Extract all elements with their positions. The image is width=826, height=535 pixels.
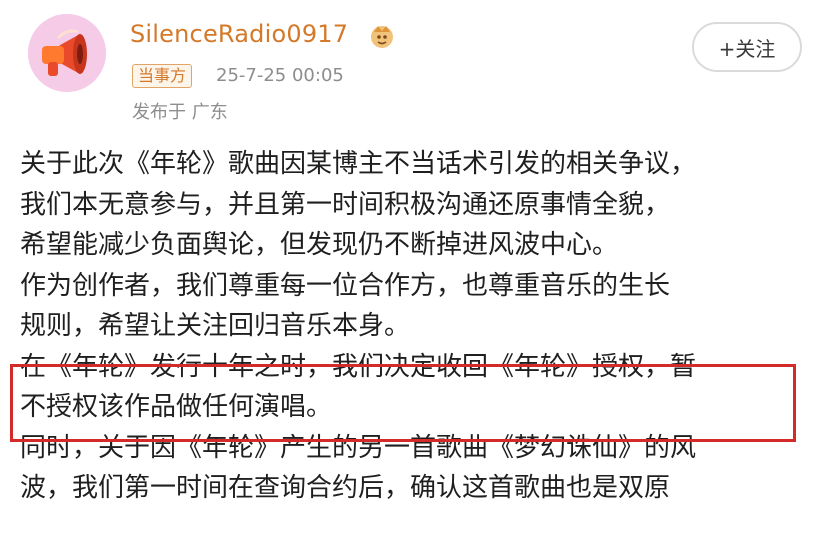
badge-icon — [371, 26, 393, 48]
post-line: 规则，希望让关注回归音乐本身。 — [20, 311, 411, 341]
role-tag: 当事方 — [132, 64, 193, 88]
avatar[interactable] — [28, 14, 106, 92]
post-line: 作为创作者，我们尊重每一位合作方，也尊重音乐的生长 — [20, 270, 671, 301]
post-content: 关于此次《年轮》歌曲因某博主不当话术引发的相关争议， 我们本无意参与，并且第一时… — [20, 144, 810, 509]
megaphone-icon — [28, 14, 106, 92]
post-line: 我们本无意参与，并且第一时间积极沟通还原事情全貌， — [20, 189, 671, 220]
highlight-box — [10, 364, 796, 442]
follow-button[interactable]: +关注 — [692, 22, 802, 72]
post-line: 关于此次《年轮》歌曲因某博主不当话术引发的相关争议， — [20, 149, 697, 179]
post-header: SilenceRadio0917 当事方 25-7-25 00:05 发布于 广… — [0, 0, 826, 140]
post-line: 波，我们第一时间在查询合约后，确认这首歌曲也是双原 — [20, 473, 671, 503]
post-timestamp: 25-7-25 00:05 — [216, 65, 344, 86]
post-line: 希望能减少负面舆论，但发现仍不断掉进风波中心。 — [20, 230, 619, 260]
username[interactable]: SilenceRadio0917 — [130, 20, 348, 48]
post-location: 发布于 广东 — [132, 102, 228, 123]
